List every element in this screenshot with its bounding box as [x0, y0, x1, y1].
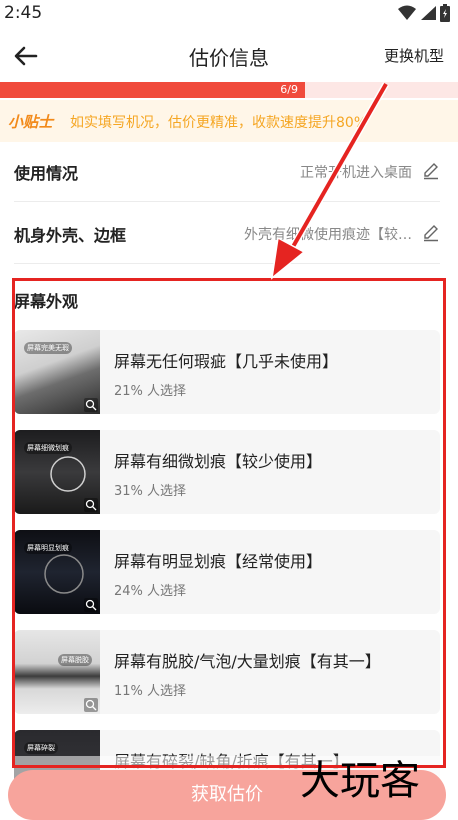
tip-label: 小贴士	[8, 113, 54, 131]
tip-bar: 小贴士 如实填写机况，估价更精准，收款速度提升80%	[0, 100, 458, 142]
progress-bar: 6/9	[0, 82, 458, 98]
row-value: 正常开机进入桌面	[300, 165, 412, 181]
status-time: 2:45	[4, 3, 43, 23]
progress-fill	[0, 82, 306, 98]
status-icons	[398, 4, 450, 22]
row-label: 机身外壳、边框	[14, 226, 127, 245]
change-model-button[interactable]: 更换机型	[384, 45, 444, 66]
edit-icon[interactable]	[422, 162, 440, 180]
progress-text: 6/9	[280, 83, 298, 96]
row-value: 外壳有细微使用痕迹【较…	[244, 227, 412, 243]
signal-icon	[421, 6, 436, 20]
row-body-frame[interactable]: 机身外壳、边框 外壳有细微使用痕迹【较…	[14, 204, 440, 264]
nav-bar: 估价信息 更换机型	[0, 30, 458, 80]
wifi-icon	[398, 5, 416, 20]
watermark: 大玩客	[300, 758, 420, 804]
annotation-highlight-box	[12, 278, 446, 768]
battery-icon	[440, 4, 450, 22]
row-usage[interactable]: 使用情况 正常开机进入桌面	[14, 142, 440, 202]
row-label: 使用情况	[14, 164, 79, 183]
edit-icon[interactable]	[422, 224, 440, 242]
status-bar: 2:45	[0, 0, 458, 26]
tip-text: 如实填写机况，估价更精准，收款速度提升80%	[70, 115, 368, 131]
